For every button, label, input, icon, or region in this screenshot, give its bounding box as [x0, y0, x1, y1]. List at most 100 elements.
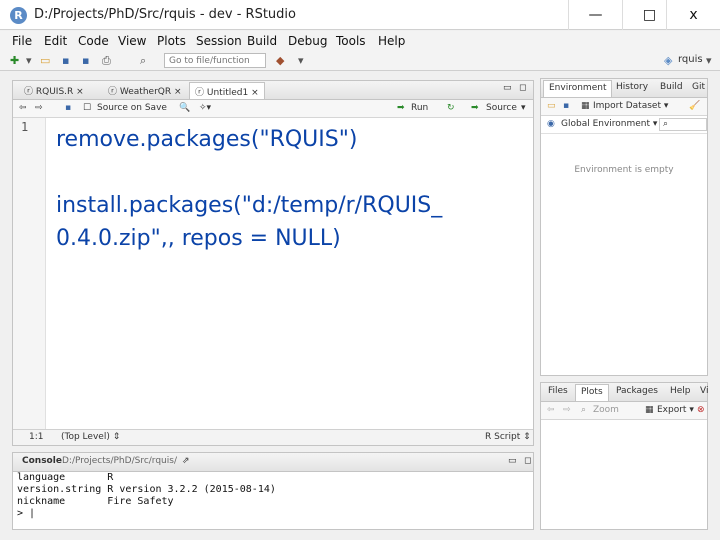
- menu-session[interactable]: Session: [196, 34, 242, 48]
- previous-plot-icon[interactable]: ⇦: [547, 405, 555, 415]
- print-icon[interactable]: ⎙: [102, 54, 111, 68]
- environment-pane: Environment History Build Git ▭ ▪ ▦ Impo…: [540, 78, 708, 376]
- r-file-icon: ⓡ: [195, 88, 207, 98]
- tab-build[interactable]: Build: [655, 80, 688, 97]
- rstudio-logo-icon: R: [10, 7, 27, 24]
- close-tab-icon[interactable]: ×: [174, 87, 182, 97]
- addins-icon[interactable]: ◆: [276, 54, 284, 67]
- tab-untitled1[interactable]: ⓡ Untitled1 ×: [189, 82, 265, 99]
- menu-file[interactable]: File: [12, 34, 32, 48]
- rerun-icon[interactable]: ↻: [447, 103, 455, 113]
- console-prompt[interactable]: > |: [17, 508, 276, 520]
- save-icon[interactable]: ▪: [62, 54, 69, 67]
- text-cursor: |: [29, 508, 36, 519]
- environment-icon: ◉: [547, 119, 555, 129]
- tab-environment[interactable]: Environment: [543, 80, 613, 97]
- tab-help[interactable]: Help: [665, 384, 696, 401]
- menu-help[interactable]: Help: [378, 34, 405, 48]
- source-on-save-checkbox[interactable]: ☐: [83, 103, 91, 113]
- close-button[interactable]: x: [666, 0, 720, 30]
- scope-selector[interactable]: (Top Level) ⇕: [61, 432, 120, 442]
- export-button[interactable]: Export ▾: [657, 405, 694, 415]
- project-label[interactable]: rquis: [678, 54, 703, 65]
- tab-git[interactable]: Git: [687, 80, 709, 97]
- menu-plots[interactable]: Plots: [157, 34, 186, 48]
- console-line: version.string R version 3.2.2 (2015-08-…: [17, 484, 276, 495]
- plots-toolbar: ⇦ ⇨ ⌕ Zoom ▦ Export ▾ ⊗: [541, 402, 707, 420]
- new-file-dropdown-icon[interactable]: ▾: [26, 54, 32, 67]
- clear-broom-icon[interactable]: 🧹: [689, 101, 700, 111]
- console-header: Console D:/Projects/PhD/Src/rquis/ ⇗ ▭ ◻: [13, 453, 533, 472]
- open-file-icon[interactable]: ▭: [40, 54, 50, 67]
- close-tab-icon[interactable]: ×: [76, 87, 84, 97]
- environment-scope-selector[interactable]: Global Environment ▾: [561, 119, 657, 129]
- menu-tools[interactable]: Tools: [336, 34, 366, 48]
- tab-viewer[interactable]: Viewer: [695, 384, 709, 401]
- import-dataset-button[interactable]: Import Dataset ▾: [593, 101, 668, 111]
- environment-search-input[interactable]: ⌕: [659, 118, 707, 131]
- code-line: 0.4.0.zip",, repos = NULL): [56, 226, 341, 251]
- menu-code[interactable]: Code: [78, 34, 109, 48]
- environment-scope-bar: ◉ Global Environment ▾ ⌕: [541, 116, 707, 134]
- tab-plots[interactable]: Plots: [575, 384, 609, 401]
- filetype-selector[interactable]: R Script ⇕: [485, 432, 531, 442]
- run-button[interactable]: Run: [411, 103, 428, 113]
- environment-toolbar: ▭ ▪ ▦ Import Dataset ▾ 🧹: [541, 98, 707, 116]
- goto-file-input[interactable]: [164, 53, 266, 68]
- environment-empty-message: Environment is empty: [574, 165, 674, 175]
- line-number-gutter: 1: [13, 118, 46, 429]
- editor-tab-strip: ⓡ RQUIS.R × ⓡ WeatherQR × ⓡ Untitled1 × …: [13, 81, 533, 100]
- source-dropdown-icon[interactable]: ▾: [521, 103, 526, 113]
- cursor-position: 1:1: [29, 432, 44, 442]
- menu-bar: File Edit Code View Plots Session Build …: [0, 31, 720, 51]
- goto-directory-icon[interactable]: ⇗: [177, 454, 195, 471]
- environment-tab-strip: Environment History Build Git: [541, 79, 707, 98]
- tab-weatherqr[interactable]: ⓡ WeatherQR ×: [103, 82, 187, 99]
- remove-plot-icon[interactable]: ⊗: [697, 405, 705, 415]
- tab-packages[interactable]: Packages: [611, 384, 663, 401]
- tab-history[interactable]: History: [611, 80, 653, 97]
- save-all-icon[interactable]: ▪: [82, 54, 89, 67]
- code-line: install.packages("d:/temp/r/RQUIS_: [56, 193, 443, 218]
- load-workspace-icon[interactable]: ▭: [547, 101, 556, 111]
- line-number: 1: [21, 120, 29, 134]
- save-file-icon[interactable]: ▪: [65, 103, 71, 113]
- console-path: D:/Projects/PhD/Src/rquis/: [62, 456, 177, 466]
- back-arrow-icon[interactable]: ⇦: [19, 103, 27, 113]
- code-area[interactable]: remove.packages("RQUIS") install.package…: [56, 123, 531, 255]
- next-plot-icon[interactable]: ⇨: [563, 405, 571, 415]
- menu-view[interactable]: View: [118, 34, 146, 48]
- zoom-icon: ⌕: [581, 405, 587, 415]
- save-workspace-icon[interactable]: ▪: [563, 101, 569, 111]
- import-dataset-icon: ▦: [581, 101, 590, 111]
- console-output[interactable]: language Rversion.string R version 3.2.2…: [17, 472, 276, 520]
- tab-rquis-r[interactable]: ⓡ RQUIS.R ×: [19, 82, 89, 99]
- forward-arrow-icon[interactable]: ⇨: [35, 103, 43, 113]
- editor-toolbar: ⇦ ⇨ ▪ ☐ Source on Save 🔍 ✧▾ ➡ Run ↻ ➡ So…: [13, 100, 533, 118]
- magic-wand-icon[interactable]: ✧▾: [199, 103, 211, 113]
- zoom-button[interactable]: Zoom: [593, 405, 619, 415]
- source-button[interactable]: Source: [486, 103, 517, 113]
- new-file-icon[interactable]: ✚: [10, 54, 19, 67]
- files-pane: Files Plots Packages Help Viewer ⇦ ⇨ ⌕ Z…: [540, 382, 709, 530]
- minimize-pane-icon[interactable]: ▭: [503, 83, 512, 93]
- main-toolbar: ✚ ▾ ▭ ▪ ▪ ⎙ ⌕ ◆ ▾ ◈ rquis ▾: [0, 51, 720, 71]
- menu-edit[interactable]: Edit: [44, 34, 67, 48]
- window-title: D:/Projects/PhD/Src/rquis - dev - RStudi…: [34, 7, 296, 22]
- tab-files[interactable]: Files: [543, 384, 573, 401]
- source-on-save-label: Source on Save: [97, 103, 167, 113]
- menu-build[interactable]: Build: [247, 34, 277, 48]
- maximize-pane-icon[interactable]: ◻: [519, 454, 536, 471]
- close-tab-icon[interactable]: ×: [251, 88, 259, 98]
- r-file-icon: ⓡ: [24, 87, 36, 97]
- minimize-button[interactable]: —: [568, 0, 622, 30]
- search-icon[interactable]: 🔍: [179, 103, 190, 113]
- addins-dropdown-icon[interactable]: ▾: [298, 54, 304, 67]
- export-icon: ▦: [645, 405, 654, 415]
- goto-icon: ⌕: [140, 54, 147, 67]
- menu-debug[interactable]: Debug: [288, 34, 327, 48]
- source-arrow-icon: ➡: [471, 103, 479, 113]
- project-dropdown-icon[interactable]: ▾: [706, 54, 712, 67]
- maximize-pane-icon[interactable]: ◻: [519, 83, 526, 93]
